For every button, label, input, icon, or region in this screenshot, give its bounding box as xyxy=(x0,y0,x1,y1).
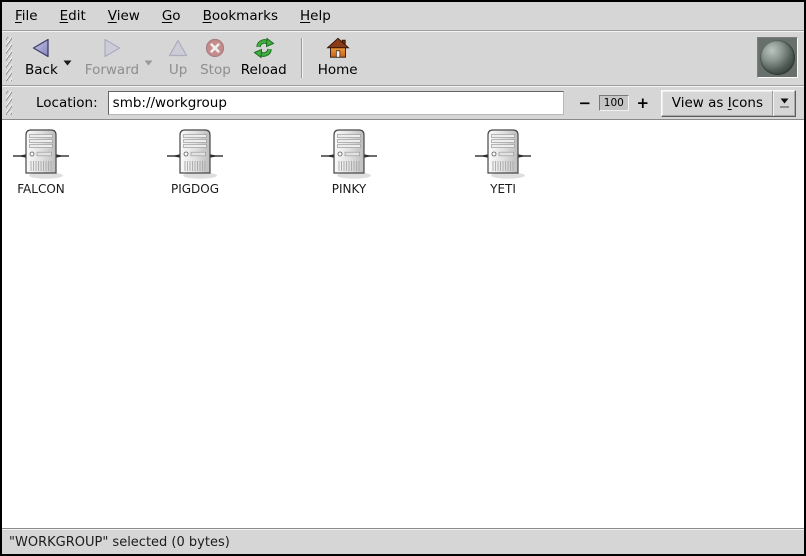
home-icon xyxy=(326,36,350,60)
location-input[interactable] xyxy=(108,91,564,115)
toolbar-separator xyxy=(301,38,302,78)
menu-bookmarks[interactable]: Bookmarks xyxy=(192,3,289,29)
forward-history-chevron-down-icon[interactable] xyxy=(144,60,153,66)
server-icon xyxy=(321,128,377,180)
reload-label: Reload xyxy=(241,63,287,77)
forward-label: Forward xyxy=(85,63,139,77)
up-label: Up xyxy=(169,63,187,77)
statusbar: "WORKGROUP" selected (0 bytes) xyxy=(2,529,804,554)
forward-button[interactable]: Forward xyxy=(80,36,144,77)
file-manager-window: File Edit View Go Bookmarks Help Back Fo… xyxy=(0,0,806,556)
reload-button[interactable]: Reload xyxy=(236,36,292,77)
status-text: "WORKGROUP" selected (0 bytes) xyxy=(9,535,230,550)
back-label: Back xyxy=(25,63,58,77)
back-button[interactable]: Back xyxy=(20,36,63,77)
back-icon xyxy=(29,36,53,60)
home-label: Home xyxy=(318,63,358,77)
server-icon xyxy=(167,128,223,180)
file-icon-yeti[interactable]: YETI xyxy=(464,128,542,196)
file-icon-pigdog[interactable]: PIGDOG xyxy=(156,128,234,196)
icon-label: FALCON xyxy=(17,183,65,196)
location-label: Location: xyxy=(36,95,98,111)
view-as-label: View as Icons xyxy=(672,95,763,111)
menu-go[interactable]: Go xyxy=(151,3,192,29)
menubar: File Edit View Go Bookmarks Help xyxy=(2,2,804,31)
toolbar-grip[interactable] xyxy=(6,37,12,81)
up-icon xyxy=(166,36,190,60)
file-icon-falcon[interactable]: FALCON xyxy=(2,128,80,196)
menu-edit[interactable]: Edit xyxy=(49,3,97,29)
home-button[interactable]: Home xyxy=(313,36,363,77)
stop-button[interactable]: Stop xyxy=(195,36,236,77)
stop-icon xyxy=(203,36,227,60)
location-bar: Location: − 100 + View as Icons xyxy=(2,86,804,120)
menu-file[interactable]: File xyxy=(4,3,49,29)
reload-icon xyxy=(252,36,276,60)
icon-label: YETI xyxy=(490,183,516,196)
server-icon xyxy=(13,128,69,180)
menu-help[interactable]: Help xyxy=(289,3,342,29)
throbber xyxy=(757,37,798,78)
zoom-level: 100 xyxy=(599,95,629,111)
icon-label: PIGDOG xyxy=(171,183,219,196)
toolbar: Back Forward Up Stop xyxy=(2,31,804,86)
dropdown-indicator-icon xyxy=(772,91,795,116)
stop-label: Stop xyxy=(200,63,231,77)
view-as-dropdown[interactable]: View as Icons xyxy=(661,90,796,117)
location-bar-grip[interactable] xyxy=(6,91,12,115)
back-history-chevron-down-icon[interactable] xyxy=(63,60,72,66)
menu-view[interactable]: View xyxy=(97,3,151,29)
zoom-out-button[interactable]: − xyxy=(578,96,592,110)
forward-icon xyxy=(100,36,124,60)
zoom-in-button[interactable]: + xyxy=(636,96,650,110)
file-icon-pinky[interactable]: PINKY xyxy=(310,128,388,196)
content-area[interactable]: FALCON PIGDOG PINKY YETI xyxy=(2,120,804,529)
throbber-globe-icon xyxy=(760,40,795,75)
up-button[interactable]: Up xyxy=(161,36,195,77)
icon-label: PINKY xyxy=(332,183,367,196)
server-icon xyxy=(475,128,531,180)
